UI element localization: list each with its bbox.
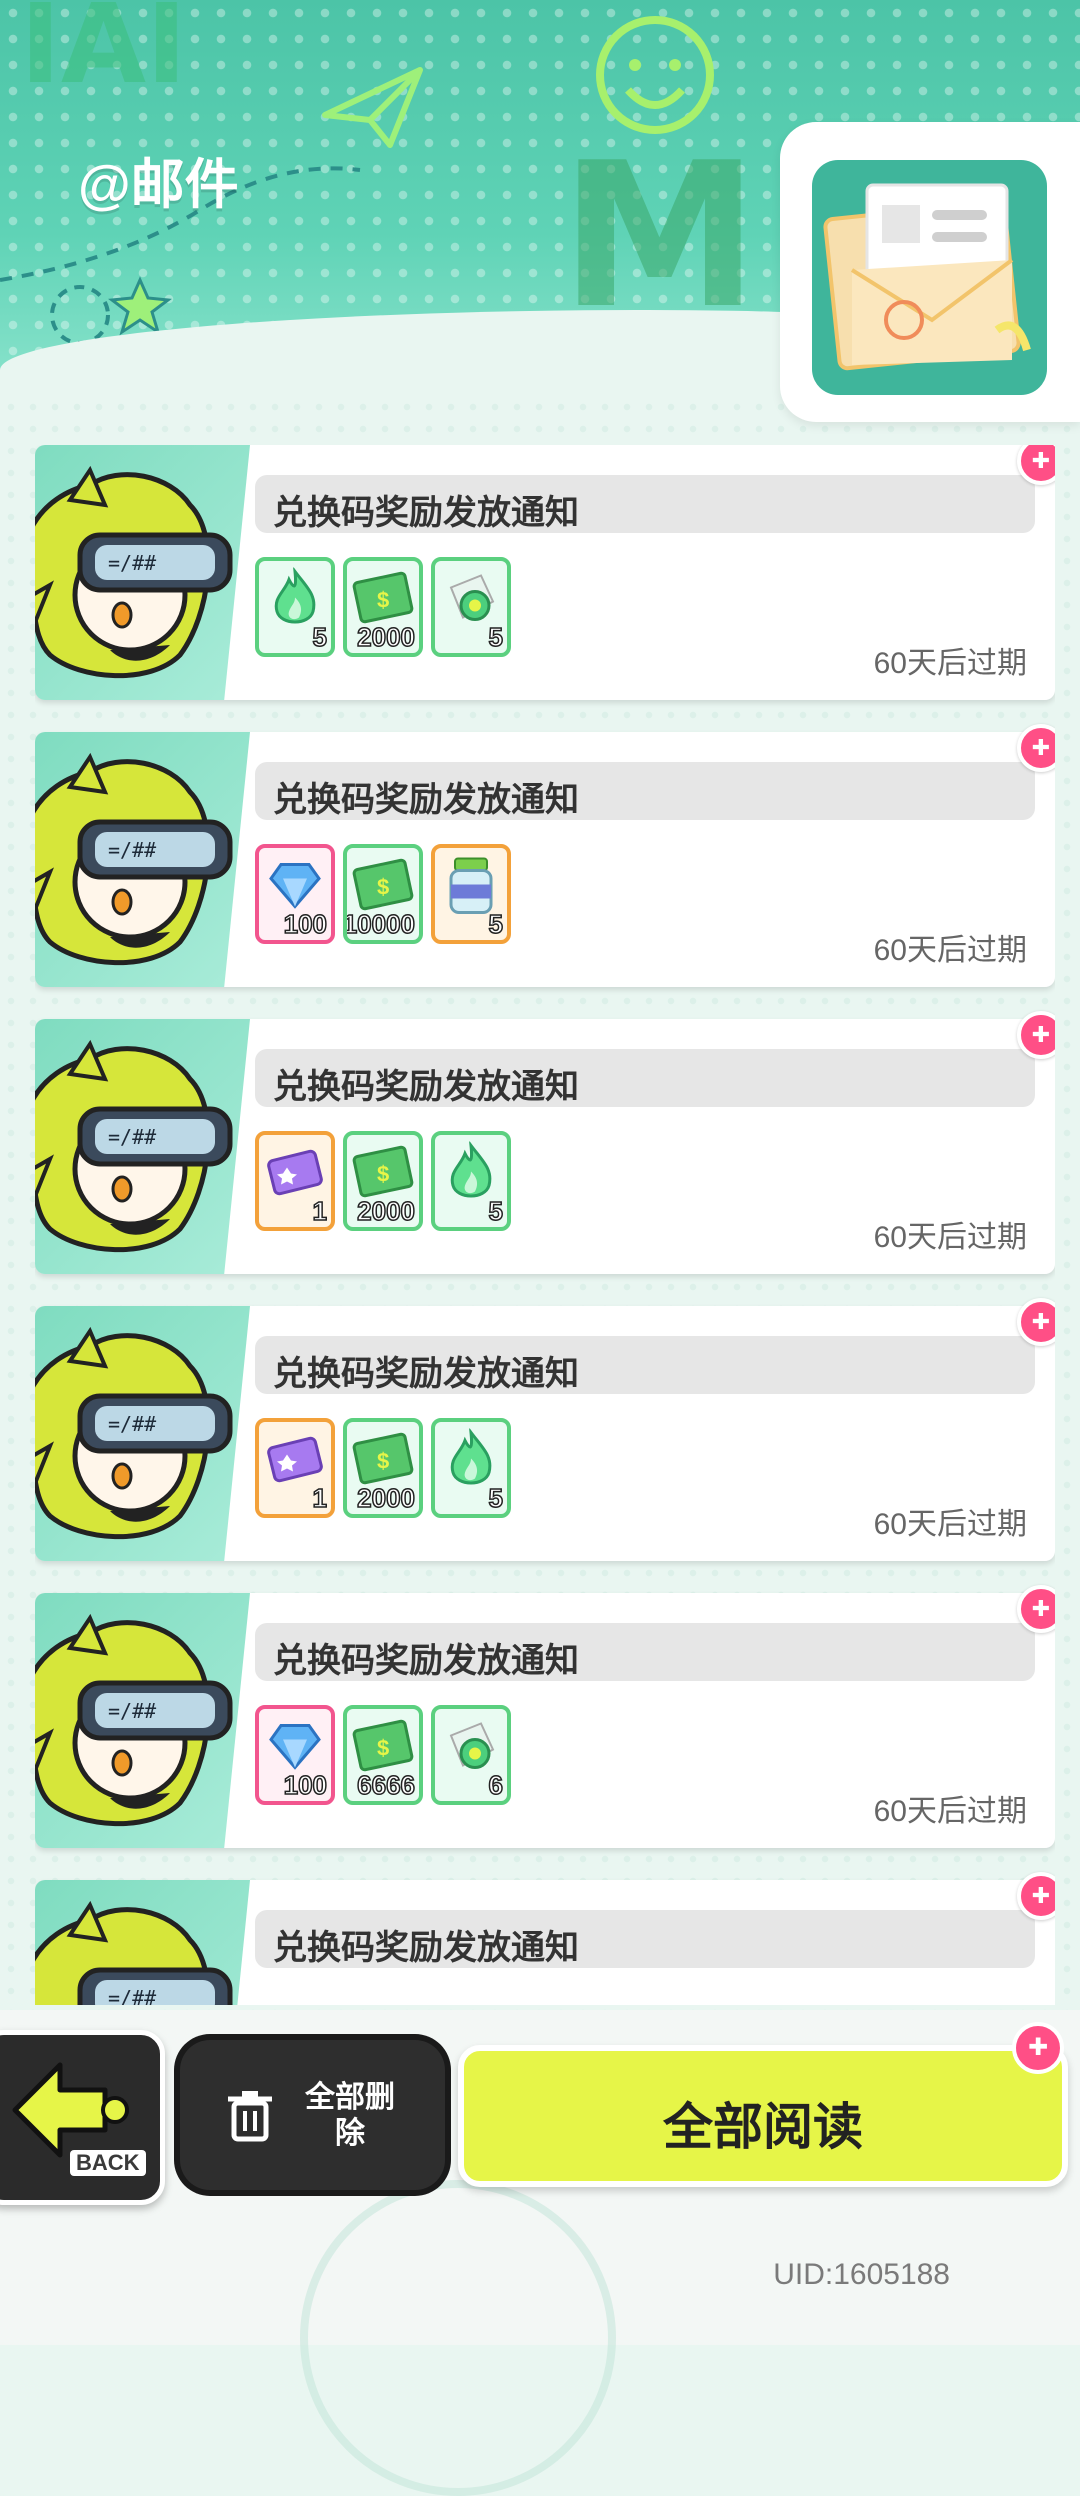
reward-item[interactable]: 1 bbox=[255, 1418, 335, 1518]
mail-title: 兑换码奖励发放通知 bbox=[273, 494, 579, 532]
svg-text:$: $ bbox=[377, 587, 389, 612]
mail-card[interactable]: =/## 兑换码奖励发放通知 ✚ 100 $10000 5 60天后过期 bbox=[35, 724, 1055, 987]
read-all-button[interactable]: 全部阅读 bbox=[458, 2045, 1068, 2187]
reward-quantity: 1 bbox=[312, 1482, 328, 1514]
mail-title: 兑换码奖励发放通知 bbox=[273, 781, 579, 819]
reward-quantity: 10000 bbox=[343, 908, 416, 940]
smiley-icon bbox=[596, 16, 714, 134]
delete-all-button[interactable]: 全部删除 bbox=[180, 2040, 445, 2190]
sender-avatar: =/## bbox=[35, 1613, 240, 1833]
reward-quantity: 1 bbox=[312, 1195, 328, 1227]
reward-quantity: 5 bbox=[312, 621, 328, 653]
reward-item[interactable]: 100 bbox=[255, 1705, 335, 1805]
mail-title: 兑换码奖励发放通知 bbox=[273, 1642, 579, 1680]
expiry-label: 60天后过期 bbox=[873, 1508, 1027, 1541]
expiry-label: 60天后过期 bbox=[873, 1221, 1027, 1254]
back-label: BACK bbox=[70, 2150, 146, 2176]
reward-quantity: 100 bbox=[283, 908, 328, 940]
reward-quantity: 100 bbox=[283, 1769, 328, 1801]
svg-text:=/##: =/## bbox=[108, 1125, 156, 1149]
stamp-decoration bbox=[300, 2180, 616, 2496]
mail-card[interactable]: =/## 兑换码奖励发放通知 ✚ bbox=[35, 1872, 1055, 2005]
expiry-label: 60天后过期 bbox=[873, 647, 1027, 680]
reward-item[interactable]: 5 bbox=[431, 1418, 511, 1518]
reward-item[interactable]: 5 bbox=[431, 557, 511, 657]
reward-item[interactable]: 6 bbox=[431, 1705, 511, 1805]
reward-item[interactable]: 5 bbox=[431, 844, 511, 944]
reward-item[interactable]: $2000 bbox=[343, 557, 423, 657]
mail-card[interactable]: =/## 兑换码奖励发放通知 ✚ 1 $2000 5 60天后过期 bbox=[35, 1298, 1055, 1561]
reward-item[interactable]: 100 bbox=[255, 844, 335, 944]
reward-quantity: 2000 bbox=[356, 621, 415, 653]
reward-item[interactable]: 1 bbox=[255, 1131, 335, 1231]
svg-text:=/##: =/## bbox=[108, 1412, 156, 1436]
decorative-letter-m: M bbox=[560, 120, 760, 353]
decorative-letters: IAI bbox=[20, 0, 187, 108]
trash-icon bbox=[228, 2091, 272, 2142]
mail-title: 兑换码奖励发放通知 bbox=[273, 1355, 579, 1393]
expiry-label: 60天后过期 bbox=[873, 934, 1027, 967]
reward-quantity: 6 bbox=[488, 1769, 504, 1801]
reward-quantity: 5 bbox=[488, 1195, 504, 1227]
sender-avatar: =/## bbox=[35, 1039, 240, 1259]
reward-quantity: 2000 bbox=[356, 1195, 415, 1227]
reward-quantity: 6666 bbox=[356, 1769, 415, 1801]
blue-diamond-icon bbox=[265, 1717, 325, 1778]
reward-quantity: 2000 bbox=[356, 1482, 415, 1514]
back-button[interactable] bbox=[0, 2030, 165, 2205]
mail-badge bbox=[780, 122, 1080, 422]
reward-item[interactable]: 5 bbox=[431, 1131, 511, 1231]
svg-text:=/##: =/## bbox=[108, 838, 156, 862]
svg-text:=/##: =/## bbox=[108, 1699, 156, 1723]
mail-card[interactable]: =/## 兑换码奖励发放通知 ✚ 5 $2000 5 60天后过期 bbox=[35, 445, 1055, 700]
mail-title: 兑换码奖励发放通知 bbox=[273, 1068, 579, 1106]
reward-item[interactable]: $2000 bbox=[343, 1131, 423, 1231]
sender-avatar: =/## bbox=[35, 1326, 240, 1546]
svg-text:$: $ bbox=[377, 874, 389, 899]
expiry-label: 60天后过期 bbox=[873, 1795, 1027, 1828]
envelope-icon bbox=[823, 183, 1031, 371]
mail-list[interactable]: =/## 兑换码奖励发放通知 ✚ 5 $2000 5 60天后过期 =/## 兑换码奖励发放通知… bbox=[35, 445, 1055, 2005]
svg-text:=/##: =/## bbox=[108, 551, 156, 575]
mail-title: 兑换码奖励发放通知 bbox=[273, 1929, 579, 1967]
delete-all-label: 全部删除 bbox=[305, 2081, 395, 2150]
mail-badge-inner bbox=[812, 160, 1047, 395]
mail-card[interactable]: =/## 兑换码奖励发放通知 ✚ 100 $6666 6 60天后过期 bbox=[35, 1585, 1055, 1848]
uid-label: UID:1605188 bbox=[773, 2258, 950, 2291]
reward-item[interactable]: $10000 bbox=[343, 844, 423, 944]
reward-quantity: 5 bbox=[488, 908, 504, 940]
page-title: @邮件 bbox=[78, 155, 239, 215]
svg-text:$: $ bbox=[377, 1448, 389, 1473]
sender-avatar: =/## bbox=[35, 1900, 240, 2005]
reward-item[interactable]: $6666 bbox=[343, 1705, 423, 1805]
svg-text:$: $ bbox=[377, 1161, 389, 1186]
purple-ticket-icon bbox=[265, 1430, 325, 1491]
blue-diamond-icon bbox=[265, 856, 325, 917]
reward-item[interactable]: $2000 bbox=[343, 1418, 423, 1518]
reward-quantity: 5 bbox=[488, 621, 504, 653]
purple-ticket-icon bbox=[265, 1143, 325, 1204]
gift-icon: ✚ bbox=[1012, 2022, 1064, 2074]
mail-card[interactable]: =/## 兑换码奖励发放通知 ✚ 1 $2000 5 60天后过期 bbox=[35, 1011, 1055, 1274]
read-all-label: 全部阅读 bbox=[663, 2099, 863, 2155]
reward-quantity: 5 bbox=[488, 1482, 504, 1514]
paper-plane-icon bbox=[322, 67, 423, 148]
svg-text:=/##: =/## bbox=[108, 1986, 156, 2005]
reward-item[interactable]: 5 bbox=[255, 557, 335, 657]
svg-text:$: $ bbox=[377, 1735, 389, 1760]
sender-avatar: =/## bbox=[35, 465, 240, 685]
sender-avatar: =/## bbox=[35, 752, 240, 972]
